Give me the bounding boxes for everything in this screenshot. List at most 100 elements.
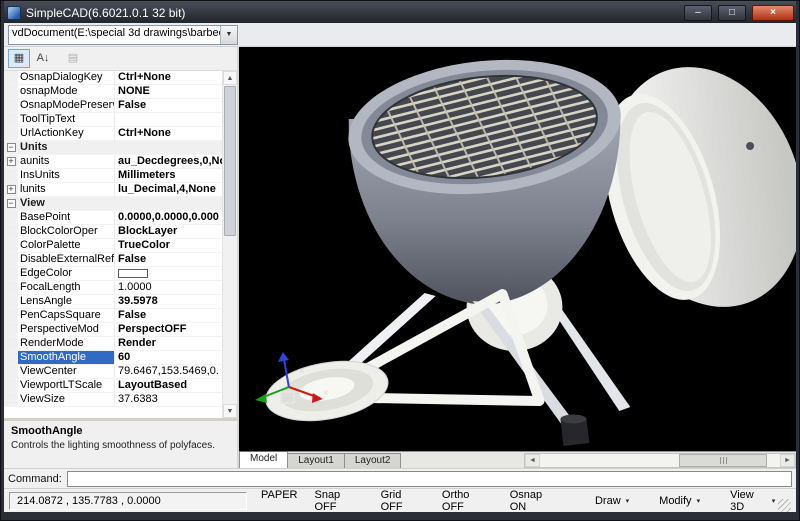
grill-bowl (318, 47, 654, 305)
property-value: au_Decdegrees,0,No (115, 155, 222, 168)
property-row-ColorPalette[interactable]: ColorPaletteTrueColor (4, 239, 222, 253)
lid-vent-dot (746, 142, 754, 150)
status-toggle-osnap-on[interactable]: Osnap ON (508, 489, 562, 513)
description-text: Controls the lighting smoothness of poly… (11, 440, 230, 451)
scroll-right-icon[interactable]: ► (780, 454, 795, 467)
titlebar[interactable]: SimpleCAD(6.6021.0.1 32 bit) – □ × (4, 1, 796, 23)
app-window: SimpleCAD(6.6021.0.1 32 bit) – □ × vdDoc… (0, 0, 800, 521)
property-row-BlockColorOper[interactable]: BlockColorOperBlockLayer (4, 225, 222, 239)
property-row-osnapMode[interactable]: osnapModeNONE (4, 85, 222, 99)
status-toggle-paper[interactable]: PAPER (259, 489, 299, 513)
row-indent (4, 337, 18, 350)
collapse-icon[interactable]: − (4, 197, 18, 210)
property-row-FocalLength[interactable]: FocalLength1.0000 (4, 281, 222, 295)
color-swatch[interactable] (118, 269, 148, 278)
property-row-UrlActionKey[interactable]: UrlActionKeyCtrl+None (4, 127, 222, 141)
property-name: OsnapModePreserve (18, 99, 115, 112)
row-indent (4, 225, 18, 238)
property-description-panel: SmoothAngle Controls the lighting smooth… (4, 418, 237, 468)
chevron-down-icon: ▼ (226, 31, 233, 38)
resize-grip[interactable] (778, 499, 791, 512)
property-row-PerspectiveMod[interactable]: PerspectiveModPerspectOFF (4, 323, 222, 337)
property-name: osnapMode (18, 85, 115, 98)
property-row-SmoothAngle[interactable]: SmoothAngle60 (4, 351, 222, 365)
property-grid-scrollbar[interactable]: ▲ ▼ (222, 71, 237, 418)
horizontal-scrollbar[interactable]: ◄ ► (524, 453, 796, 468)
property-row-DisableExternalRefer[interactable]: DisableExternalReferFalse (4, 253, 222, 267)
menu-view-3d[interactable]: View 3D▾ (727, 489, 778, 513)
expand-icon[interactable]: + (4, 183, 18, 196)
property-row-ViewportLTScale[interactable]: ViewportLTScaleLayoutBased (4, 379, 222, 393)
row-indent (4, 113, 18, 126)
categorized-button[interactable]: ▦ (8, 49, 30, 68)
collapse-icon[interactable]: − (4, 141, 18, 154)
property-value (115, 113, 222, 126)
category-row-View[interactable]: −View (4, 197, 222, 211)
property-row-ToolTipText[interactable]: ToolTipText (4, 113, 222, 127)
property-name: View (18, 197, 222, 210)
property-name: ViewCenter (18, 365, 115, 378)
property-name: ViewportLTScale (18, 379, 115, 392)
property-value: NONE (115, 85, 222, 98)
property-row-LensAngle[interactable]: LensAngle39.5978 (4, 295, 222, 309)
barbecue-3d-model: × × (239, 47, 796, 451)
expand-box[interactable]: + (7, 157, 16, 166)
property-panel: ▦ A↓ ▤ OsnapDialogKeyCtrl+NoneosnapModeNON… (4, 47, 237, 468)
property-row-lunits[interactable]: +lunitslu_Decimal,4,None (4, 183, 222, 197)
property-name: Units (18, 141, 222, 154)
property-value: 39.5978 (115, 295, 222, 308)
property-row-EdgeColor[interactable]: EdgeColor (4, 267, 222, 281)
status-toggle-snap-off[interactable]: Snap OFF (312, 489, 365, 513)
scroll-up-icon[interactable]: ▲ (223, 71, 237, 85)
categorized-icon: ▦ (14, 53, 24, 64)
property-name: lunits (18, 183, 115, 196)
vscroll-thumb[interactable] (224, 86, 236, 236)
property-row-ViewCenter[interactable]: ViewCenter79.6467,153.5469,0. (4, 365, 222, 379)
property-row-OsnapDialogKey[interactable]: OsnapDialogKeyCtrl+None (4, 71, 222, 85)
3d-viewport[interactable]: × × (239, 47, 796, 451)
tab-layout1[interactable]: Layout1 (287, 453, 345, 468)
status-toggle-grid-off[interactable]: Grid OFF (379, 489, 427, 513)
close-button[interactable]: × (752, 5, 794, 21)
property-name: ColorPalette (18, 239, 115, 252)
property-row-aunits[interactable]: +aunitsau_Decdegrees,0,No (4, 155, 222, 169)
property-name: InsUnits (18, 169, 115, 182)
menu-draw[interactable]: Draw▾ (592, 489, 632, 513)
property-pages-button[interactable]: ▤ (62, 49, 84, 68)
property-value: Render (115, 337, 222, 350)
expand-box[interactable]: − (7, 199, 16, 208)
tab-model[interactable]: Model (239, 451, 288, 468)
tab-layout2[interactable]: Layout2 (344, 453, 402, 468)
expand-box[interactable]: − (7, 143, 16, 152)
property-row-RenderMode[interactable]: RenderModeRender (4, 337, 222, 351)
property-row-BasePoint[interactable]: BasePoint0.0000,0.0000,0.000 (4, 211, 222, 225)
status-toggles: PAPER Snap OFF Grid OFF Ortho OFF Osnap ON (259, 489, 562, 513)
grill-lid (577, 47, 796, 334)
property-row-InsUnits[interactable]: InsUnitsMillimeters (4, 169, 222, 183)
menu-label: View 3D (730, 489, 767, 513)
status-toggle-ortho-off[interactable]: Ortho OFF (440, 489, 495, 513)
alphabetical-button[interactable]: A↓ (32, 49, 54, 68)
menu-modify[interactable]: Modify▾ (656, 489, 703, 513)
category-row-Units[interactable]: −Units (4, 141, 222, 155)
row-indent (4, 281, 18, 294)
document-combobox[interactable]: vdDocument(E:\special 3d drawings\barbec… (8, 25, 238, 45)
scroll-down-icon[interactable]: ▼ (223, 404, 237, 418)
property-row-PenCapsSquare[interactable]: PenCapsSquareFalse (4, 309, 222, 323)
expand-icon[interactable]: + (4, 155, 18, 168)
property-grid: OsnapDialogKeyCtrl+NoneosnapModeNONEOsna… (4, 71, 222, 418)
expand-box[interactable]: + (7, 185, 16, 194)
command-input[interactable] (67, 471, 792, 487)
menu-label: Draw (595, 495, 621, 507)
minimize-button[interactable]: – (684, 5, 712, 21)
row-indent (4, 99, 18, 112)
alphabetical-icon: A↓ (37, 53, 50, 64)
property-row-ViewSize[interactable]: ViewSize37.6383 (4, 393, 222, 407)
property-row-OsnapModePreserve[interactable]: OsnapModePreserveFalse (4, 99, 222, 113)
hscroll-track[interactable] (540, 454, 780, 467)
maximize-button[interactable]: □ (718, 5, 746, 21)
scroll-left-icon[interactable]: ◄ (525, 454, 540, 467)
combobox-dropdown-button[interactable]: ▼ (220, 26, 237, 44)
hscroll-thumb[interactable] (679, 454, 767, 467)
property-value: Ctrl+None (115, 71, 222, 84)
